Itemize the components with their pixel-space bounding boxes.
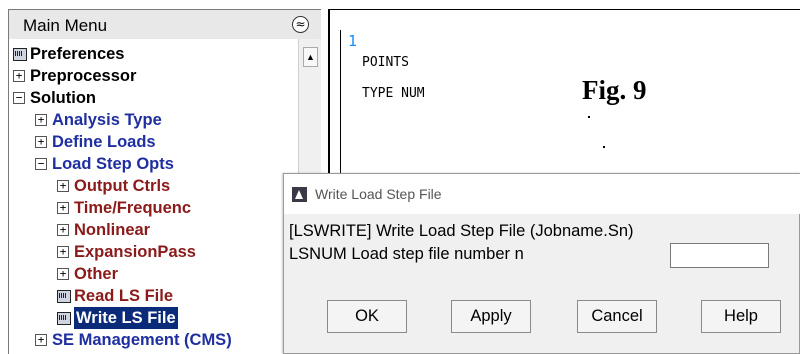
help-button[interactable]: Help <box>701 300 781 333</box>
tree-item-label: Read LS File <box>74 287 174 305</box>
expand-icon[interactable]: + <box>35 114 47 126</box>
load-step-number-input[interactable] <box>670 243 769 268</box>
document-icon <box>57 312 71 325</box>
collapse-node-icon[interactable]: − <box>35 158 47 170</box>
document-icon <box>57 290 71 303</box>
tree-item-label: Time/Frequenc <box>74 199 192 217</box>
tree-item-label: Load Step Opts <box>52 155 174 173</box>
tree-item-label: ExpansionPass <box>74 243 196 261</box>
command-description: [LSWRITE] Write Load Step File (Jobname.… <box>289 222 634 240</box>
expand-icon[interactable]: + <box>57 268 69 280</box>
expand-icon[interactable]: + <box>35 334 47 346</box>
tree-item-label: Preferences <box>30 45 125 63</box>
expand-icon[interactable]: + <box>13 70 25 82</box>
graphics-points-label: POINTS <box>362 55 409 70</box>
apply-button[interactable]: Apply <box>451 300 531 333</box>
document-icon <box>13 48 27 61</box>
window-number: 1 <box>348 32 358 50</box>
expand-icon[interactable]: + <box>57 202 69 214</box>
tree-item-label: SE Management (CMS) <box>52 331 232 349</box>
cancel-button[interactable]: Cancel <box>577 300 657 333</box>
lsnum-label: LSNUM Load step file number n <box>289 245 524 263</box>
graphics-point <box>588 116 590 118</box>
dialog-titlebar[interactable]: Write Load Step File <box>284 174 800 214</box>
tree-item-label: Nonlinear <box>74 221 151 239</box>
ansys-logo-icon <box>292 187 307 202</box>
collapse-node-icon[interactable]: − <box>13 92 25 104</box>
write-load-step-dialog: Write Load Step File [LSWRITE] Write Loa… <box>283 173 800 354</box>
figure-label: Fig. 9 <box>582 75 647 105</box>
graphics-type-num-label: TYPE NUM <box>362 86 425 101</box>
main-menu-title: Main Menu <box>23 16 108 35</box>
menu-tree: Preferences + Preprocessor − Solution + … <box>8 39 298 354</box>
expand-icon[interactable]: + <box>57 246 69 258</box>
tree-item-label: Write LS File <box>74 307 178 329</box>
main-menu-header: Main Menu ≈ <box>8 9 321 39</box>
expand-icon[interactable]: + <box>57 180 69 192</box>
collapse-icon[interactable]: ≈ <box>292 16 309 33</box>
tree-item-label: Other <box>74 265 119 283</box>
tree-item-label: Output Ctrls <box>74 177 171 195</box>
main-menu-panel: Main Menu ≈ Preferences + Preprocessor −… <box>8 9 321 354</box>
scroll-up-icon[interactable]: ▲ <box>303 47 318 67</box>
tree-item-label: Define Loads <box>52 133 156 151</box>
tree-item-label: Solution <box>30 89 96 107</box>
graphics-point <box>603 146 605 148</box>
ok-button[interactable]: OK <box>327 300 407 333</box>
expand-icon[interactable]: + <box>35 136 47 148</box>
expand-icon[interactable]: + <box>57 224 69 236</box>
tree-item-label: Preprocessor <box>30 67 137 85</box>
tree-item-label: Analysis Type <box>52 111 162 129</box>
dialog-title: Write Load Step File <box>315 186 442 202</box>
